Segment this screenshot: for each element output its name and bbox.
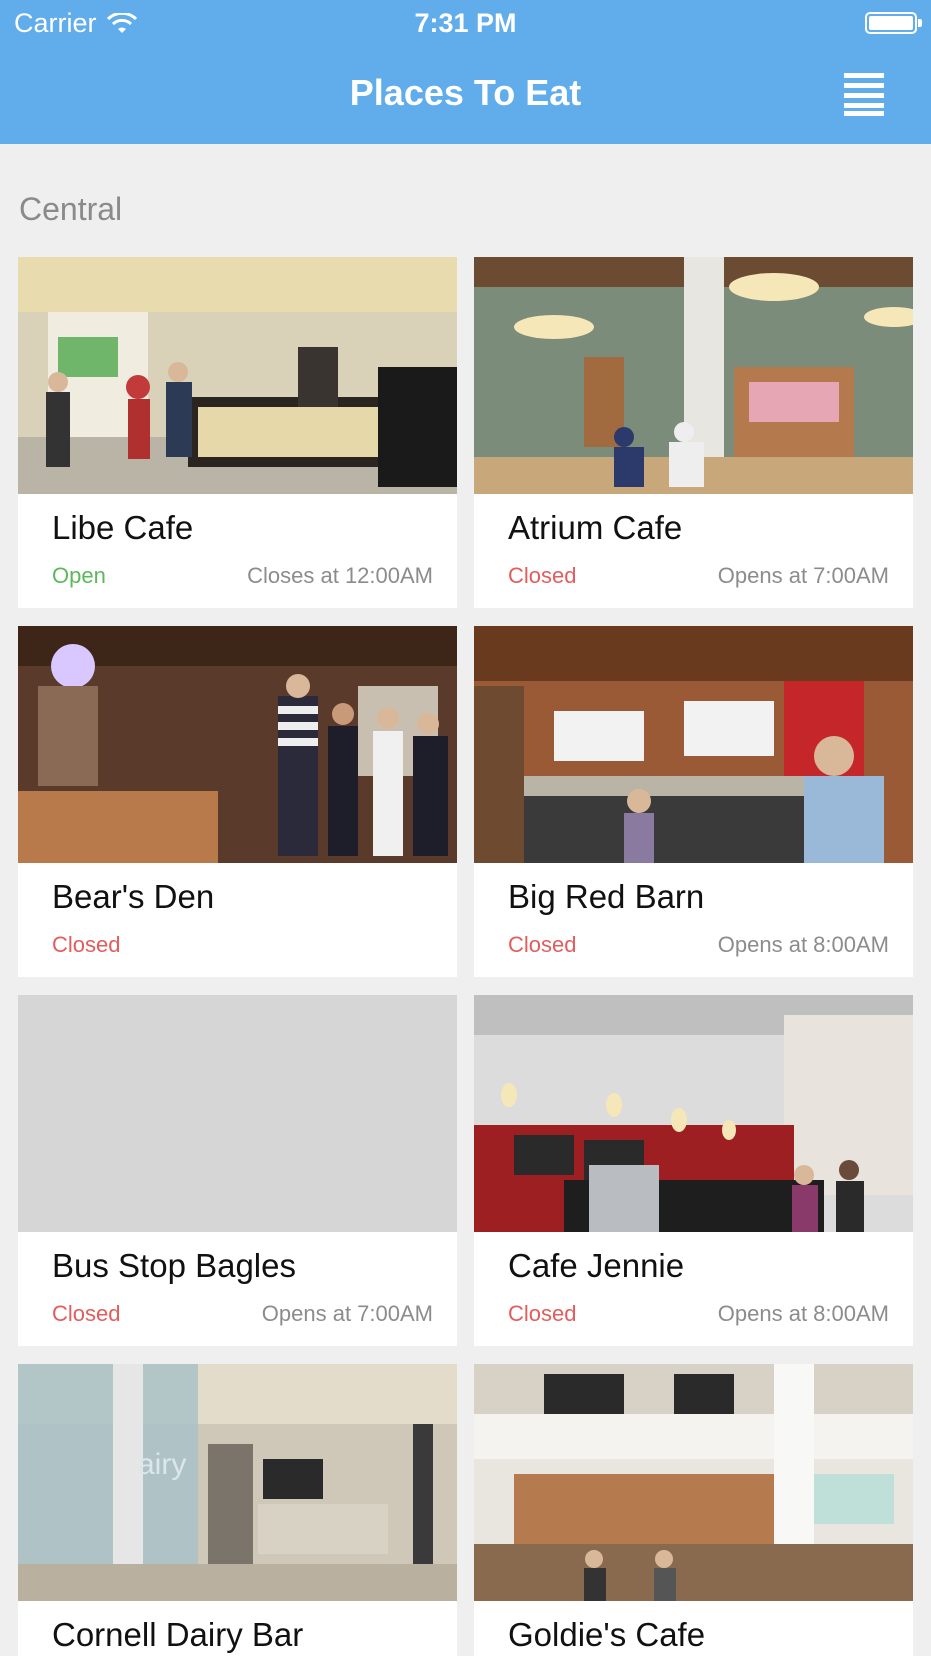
- page-title: Places To Eat: [349, 72, 582, 113]
- place-hours: Closes at 12:00AM: [247, 563, 433, 588]
- place-photo: [474, 995, 913, 1232]
- place-photo: [474, 1364, 913, 1601]
- place-hours: Opens at 8:00AM: [717, 932, 889, 957]
- place-info: Open Closes at 12:00AM: [18, 548, 457, 589]
- place-name: Bear's Den: [52, 878, 215, 915]
- place-info: Closed Opens at 8:00AM: [474, 1286, 913, 1327]
- place-card[interactable]: Big Red Barn Closed Opens at 8:00AM: [474, 626, 913, 977]
- place-photo: [474, 626, 913, 863]
- place-photo: [18, 626, 457, 863]
- place-status: Closed: [52, 932, 121, 957]
- place-card[interactable]: Goldie's Cafe: [474, 1364, 913, 1656]
- place-photo: [18, 257, 457, 494]
- battery-icon: [865, 12, 922, 34]
- navigation-bar: Places To Eat: [0, 48, 931, 144]
- place-status: Closed: [508, 563, 577, 588]
- hamburger-menu-icon[interactable]: [842, 73, 886, 117]
- place-info: Closed: [18, 917, 457, 958]
- place-status: Closed: [52, 1301, 121, 1326]
- place-name: Big Red Barn: [508, 878, 705, 915]
- place-name: Goldie's Cafe: [508, 1616, 706, 1653]
- place-card[interactable]: Atrium Cafe Closed Opens at 7:00AM: [474, 257, 913, 608]
- status-bar: Carrier 7:31 PM: [0, 0, 931, 48]
- place-name: Libe Cafe: [52, 509, 194, 546]
- place-hours: Opens at 7:00AM: [261, 1301, 433, 1326]
- place-name: Atrium Cafe: [508, 509, 683, 546]
- places-grid: Libe Cafe Open Closes at 12:00AM Atrium …: [18, 257, 914, 1656]
- place-status: Closed: [508, 932, 577, 957]
- place-info: Closed Opens at 7:00AM: [18, 1286, 457, 1327]
- place-photo: airy: [18, 1364, 457, 1601]
- place-photo: [474, 257, 913, 494]
- place-status: Open: [52, 563, 106, 588]
- place-hours: Opens at 7:00AM: [717, 563, 889, 588]
- place-card[interactable]: airy Cornell Dairy Bar: [18, 1364, 457, 1656]
- section-title: Central: [19, 191, 123, 227]
- place-card[interactable]: Libe Cafe Open Closes at 12:00AM: [18, 257, 457, 608]
- place-name: Bus Stop Bagles: [52, 1247, 296, 1284]
- place-info: Closed Opens at 7:00AM: [474, 548, 913, 589]
- place-card[interactable]: Bus Stop Bagles Closed Opens at 7:00AM: [18, 995, 457, 1346]
- place-status: Closed: [508, 1301, 577, 1326]
- svg-text:airy: airy: [138, 1448, 186, 1481]
- place-name: Cafe Jennie: [508, 1247, 685, 1284]
- place-info: Closed Opens at 8:00AM: [474, 917, 913, 958]
- place-card[interactable]: Bear's Den Closed: [18, 626, 457, 977]
- place-card[interactable]: Cafe Jennie Closed Opens at 8:00AM: [474, 995, 913, 1346]
- status-time: 7:31 PM: [414, 8, 517, 38]
- place-photo-placeholder: [18, 995, 457, 1232]
- place-hours: Opens at 8:00AM: [717, 1301, 889, 1326]
- place-name: Cornell Dairy Bar: [52, 1616, 304, 1653]
